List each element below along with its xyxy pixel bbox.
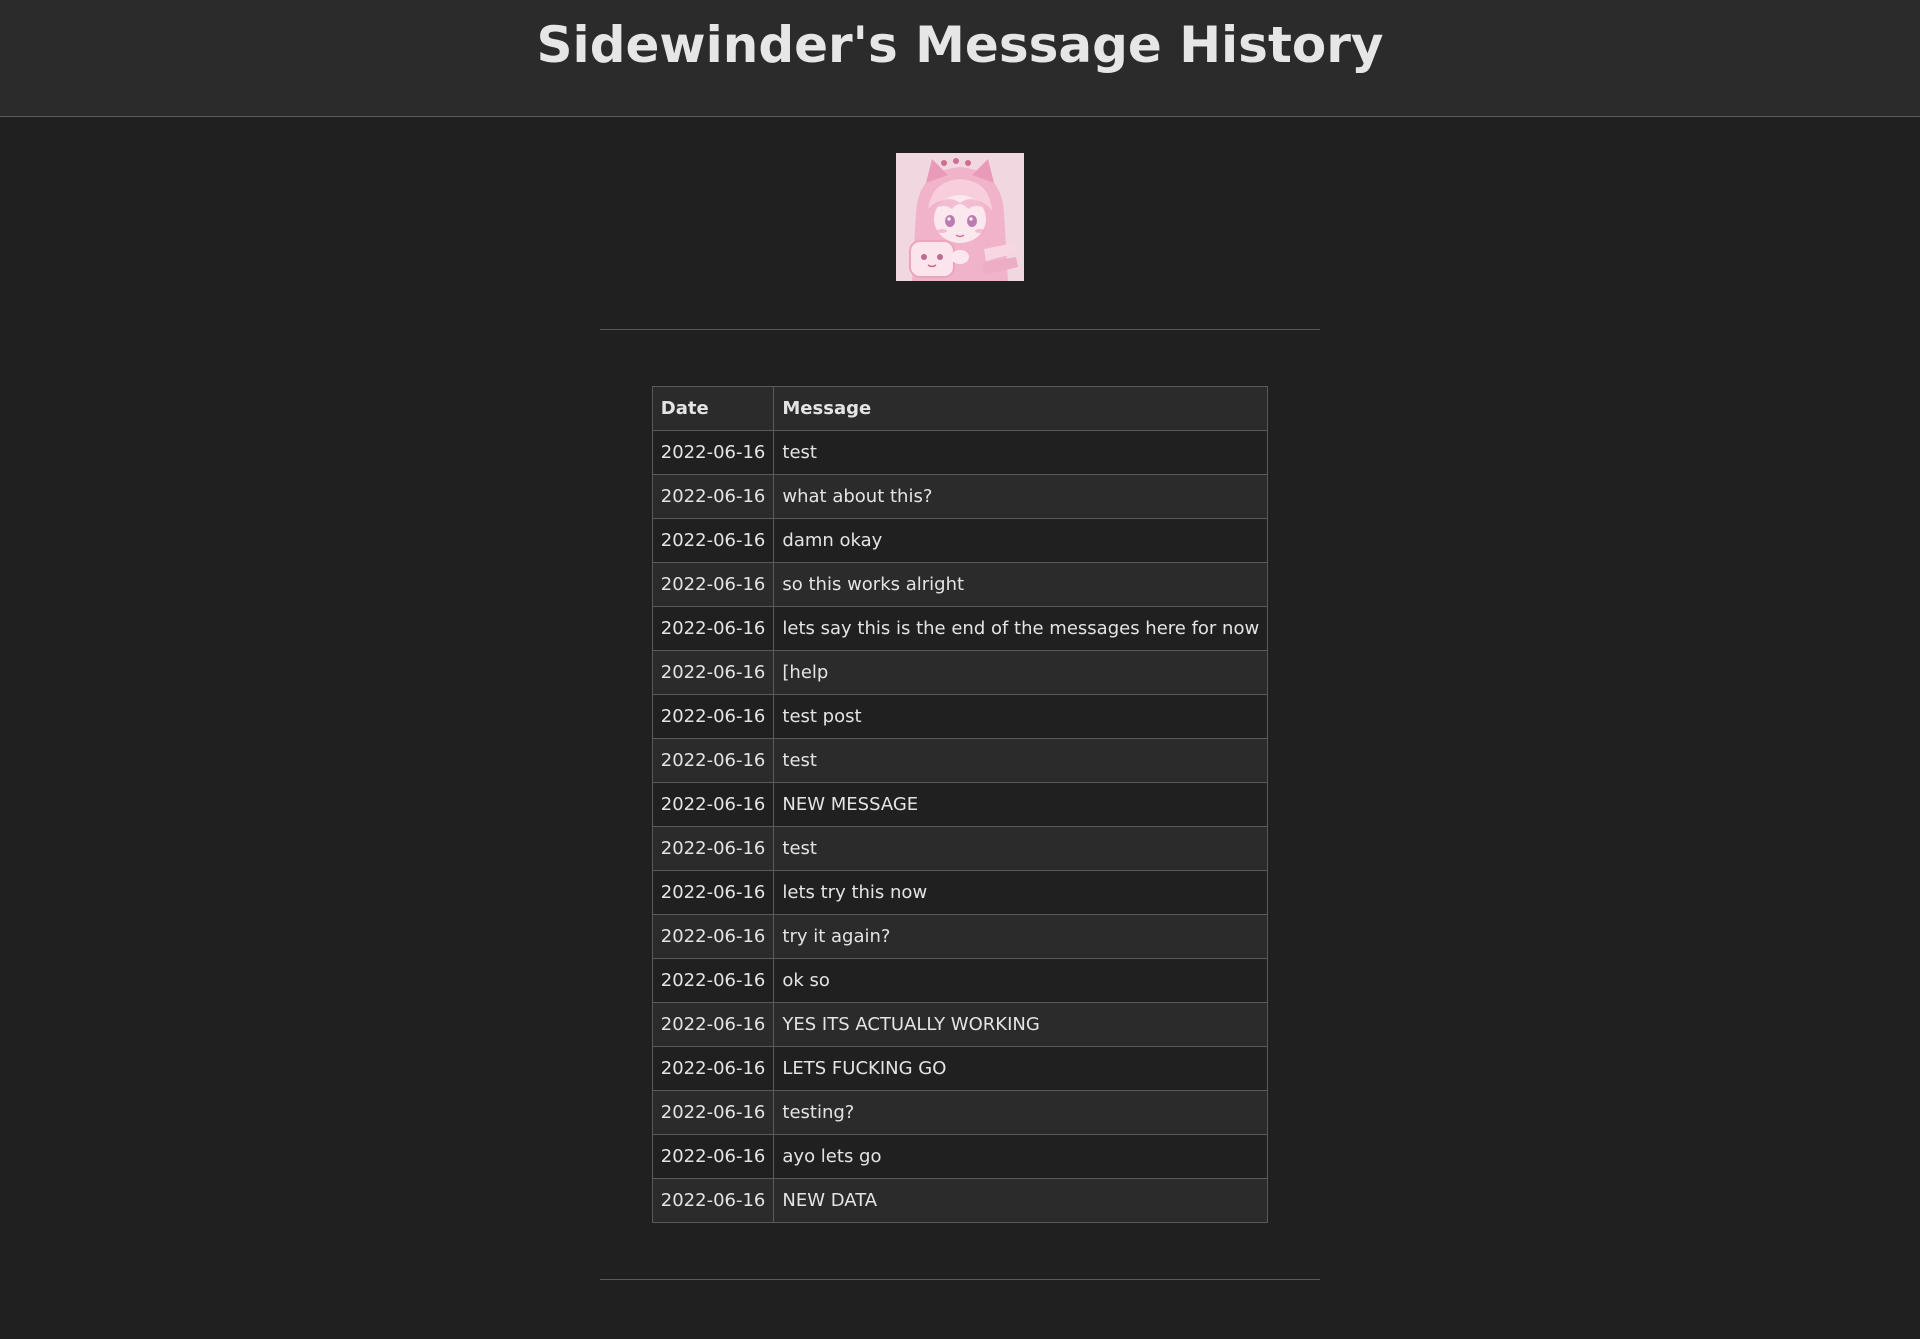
table-row: 2022-06-16 test	[651, 826, 1269, 871]
message-date: 2022-06-16	[651, 1046, 775, 1091]
message-text: NEW MESSAGE	[773, 782, 1269, 827]
message-text: ok so	[773, 958, 1269, 1003]
table-row: 2022-06-16 test	[651, 430, 1269, 475]
divider-bottom	[600, 1279, 1320, 1280]
message-text: try it again?	[773, 914, 1269, 959]
message-date: 2022-06-16	[651, 694, 775, 739]
table-header-row: Date Message	[651, 386, 1269, 431]
table-row: 2022-06-16 ok so	[651, 958, 1269, 1003]
message-text: test	[773, 738, 1269, 783]
table-row: 2022-06-16 LETS FUCKING GO	[651, 1046, 1269, 1091]
message-date: 2022-06-16	[651, 562, 775, 607]
message-text: NEW DATA	[773, 1178, 1269, 1223]
table-row: 2022-06-16 test post	[651, 694, 1269, 739]
table-row: 2022-06-16 lets say this is the end of th…	[651, 606, 1269, 651]
message-date: 2022-06-16	[651, 870, 775, 915]
table-row: 2022-06-16 so this works alright	[651, 562, 1269, 607]
message-date: 2022-06-16	[651, 1178, 775, 1223]
table-row: 2022-06-16 try it again?	[651, 914, 1269, 959]
message-date: 2022-06-16	[651, 914, 775, 959]
table-row: 2022-06-16 test	[651, 738, 1269, 783]
page-title: Sidewinder's Message History	[536, 16, 1384, 74]
message-text: what about this?	[773, 474, 1269, 519]
message-text: lets try this now	[773, 870, 1269, 915]
table-row: 2022-06-16 testing?	[651, 1090, 1269, 1135]
message-text: test	[773, 430, 1269, 475]
message-text: lets say this is the end of the messages…	[773, 606, 1269, 651]
message-date: 2022-06-16	[651, 606, 775, 651]
message-text: so this works alright	[773, 562, 1269, 607]
message-date: 2022-06-16	[651, 474, 775, 519]
message-text: [help	[773, 650, 1269, 695]
message-text: damn okay	[773, 518, 1269, 563]
message-text: testing?	[773, 1090, 1269, 1135]
message-date: 2022-06-16	[651, 650, 775, 695]
message-text: ayo lets go	[773, 1134, 1269, 1179]
page-header: Sidewinder's Message History	[0, 0, 1920, 117]
message-history-table: Date Message 2022-06-16 test 2022-06-16 wha…	[651, 386, 1269, 1223]
message-text: LETS FUCKING GO	[773, 1046, 1269, 1091]
message-text: test post	[773, 694, 1269, 739]
message-text: YES ITS ACTUALLY WORKING	[773, 1002, 1269, 1047]
table-row: 2022-06-16 lets try this now	[651, 870, 1269, 915]
table-row: 2022-06-16 [help	[651, 650, 1269, 695]
table-row: 2022-06-16 ayo lets go	[651, 1134, 1269, 1179]
table-row: 2022-06-16 NEW MESSAGE	[651, 782, 1269, 827]
message-date: 2022-06-16	[651, 738, 775, 783]
table-row: 2022-06-16 YES ITS ACTUALLY WORKING	[651, 1002, 1269, 1047]
message-column-header: Message	[773, 386, 1269, 431]
message-date: 2022-06-16	[651, 1134, 775, 1179]
avatar-container	[0, 153, 1920, 281]
table-row: 2022-06-16 NEW DATA	[651, 1178, 1269, 1223]
message-date: 2022-06-16	[651, 1090, 775, 1135]
message-text: test	[773, 826, 1269, 871]
date-column-header: Date	[651, 386, 775, 431]
message-date: 2022-06-16	[651, 518, 775, 563]
message-date: 2022-06-16	[651, 430, 775, 475]
table-row: 2022-06-16 damn okay	[651, 518, 1269, 563]
message-date: 2022-06-16	[651, 958, 775, 1003]
avatar	[896, 153, 1024, 281]
divider-top	[600, 329, 1320, 330]
table-row: 2022-06-16 what about this?	[651, 474, 1269, 519]
message-date: 2022-06-16	[651, 782, 775, 827]
message-date: 2022-06-16	[651, 826, 775, 871]
message-date: 2022-06-16	[651, 1002, 775, 1047]
